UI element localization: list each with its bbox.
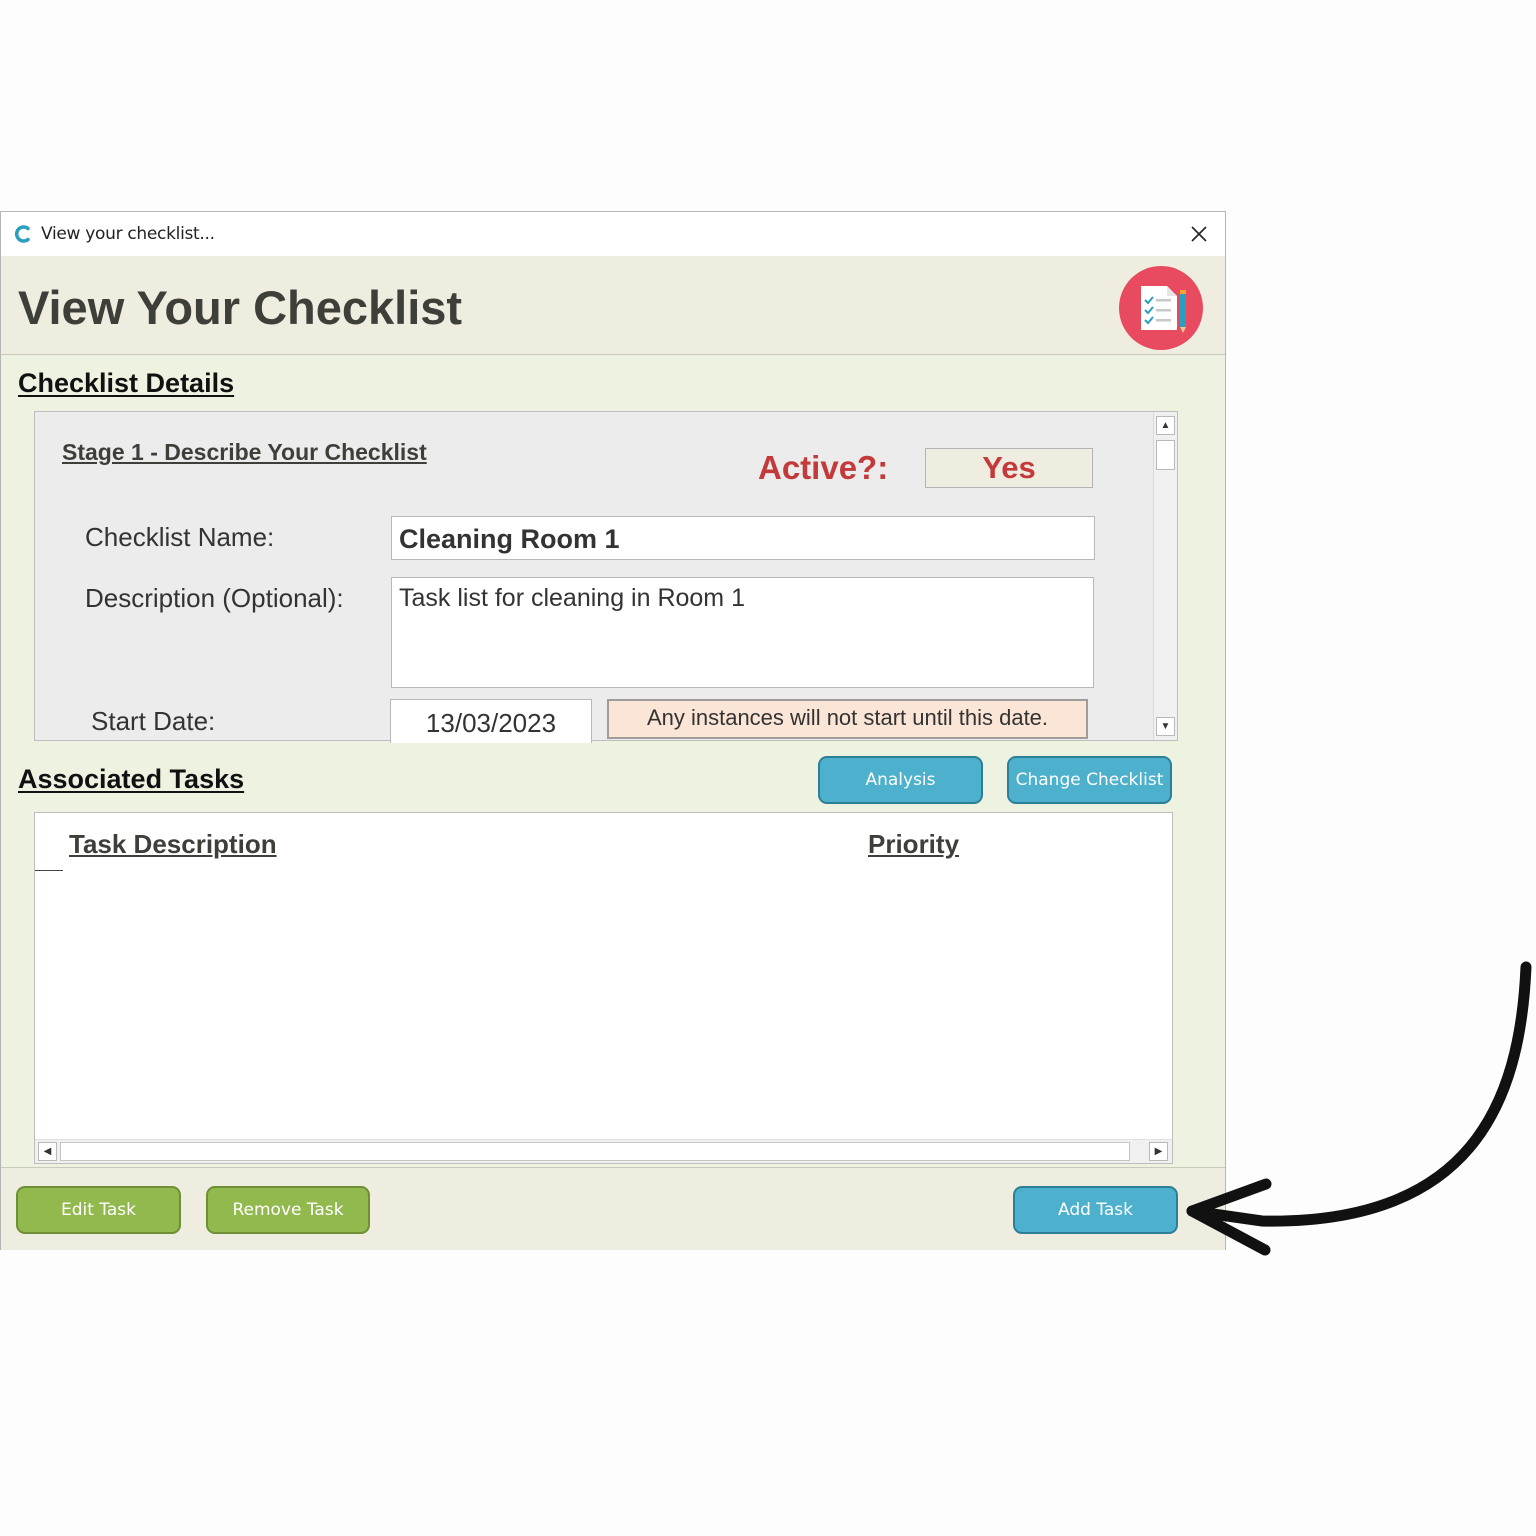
- column-header-priority[interactable]: Priority: [868, 829, 959, 860]
- checklist-window: View your checklist... View Your Checkli…: [0, 211, 1226, 1250]
- remove-task-button[interactable]: Remove Task: [206, 1186, 370, 1234]
- scroll-down-button[interactable]: ▼: [1156, 717, 1175, 736]
- active-label: Active?:: [758, 449, 889, 486]
- close-button[interactable]: [1185, 220, 1213, 248]
- close-icon: [1191, 226, 1207, 242]
- checklist-details-panel: Stage 1 - Describe Your Checklist Active…: [34, 411, 1178, 743]
- arrow-left-icon: ◀: [43, 1146, 52, 1157]
- scroll-up-button[interactable]: ▲: [1156, 416, 1175, 435]
- tasks-list[interactable]: Task Description Priority ◀ ▶: [34, 812, 1173, 1164]
- description-textarea[interactable]: Task list for cleaning in Room 1: [391, 577, 1094, 688]
- start-date-label: Start Date:: [91, 706, 216, 736]
- start-date-input[interactable]: 13/03/2023: [390, 699, 592, 743]
- scroll-right-button[interactable]: ▶: [1149, 1142, 1168, 1161]
- stage-title: Stage 1 - Describe Your Checklist: [62, 439, 427, 465]
- scroll-left-button[interactable]: ◀: [38, 1142, 57, 1161]
- page-title: View Your Checklist: [18, 281, 463, 334]
- add-task-button[interactable]: Add Task: [1013, 1186, 1178, 1234]
- scroll-thumb[interactable]: [1156, 440, 1175, 470]
- start-date-hint: Any instances will not start until this …: [607, 699, 1088, 739]
- curved-arrow-icon: [1186, 961, 1532, 1256]
- checklist-name-label: Checklist Name:: [85, 522, 275, 552]
- details-vertical-scrollbar[interactable]: ▲ ▼: [1153, 412, 1177, 740]
- tasks-horizontal-scrollbar[interactable]: ◀ ▶: [35, 1139, 1172, 1163]
- associated-tasks-heading: Associated Tasks: [18, 764, 245, 794]
- app-logo-icon: [14, 225, 30, 243]
- window-title: View your checklist...: [41, 224, 215, 244]
- arrow-right-icon: ▶: [1154, 1146, 1163, 1157]
- arrow-up-icon: ▲: [1160, 420, 1171, 431]
- description-label: Description (Optional):: [85, 583, 344, 613]
- row-selector: [35, 870, 63, 871]
- footer-bar: Edit Task Remove Task Add Task: [1, 1167, 1225, 1250]
- title-bar: View your checklist...: [1, 212, 1225, 256]
- checklist-name-input[interactable]: Cleaning Room 1: [391, 516, 1095, 560]
- checklist-clipboard-icon: [1119, 266, 1203, 350]
- change-checklist-button[interactable]: Change Checklist: [1007, 756, 1172, 804]
- edit-task-button[interactable]: Edit Task: [16, 1186, 181, 1234]
- scroll-track[interactable]: [60, 1142, 1130, 1161]
- checklist-details-heading: Checklist Details: [18, 368, 235, 398]
- analysis-button[interactable]: Analysis: [818, 756, 983, 804]
- active-status-field[interactable]: Yes: [925, 448, 1093, 488]
- arrow-down-icon: ▼: [1160, 721, 1171, 732]
- page-header: View Your Checklist: [1, 256, 1225, 355]
- column-header-task-description[interactable]: Task Description: [69, 829, 277, 860]
